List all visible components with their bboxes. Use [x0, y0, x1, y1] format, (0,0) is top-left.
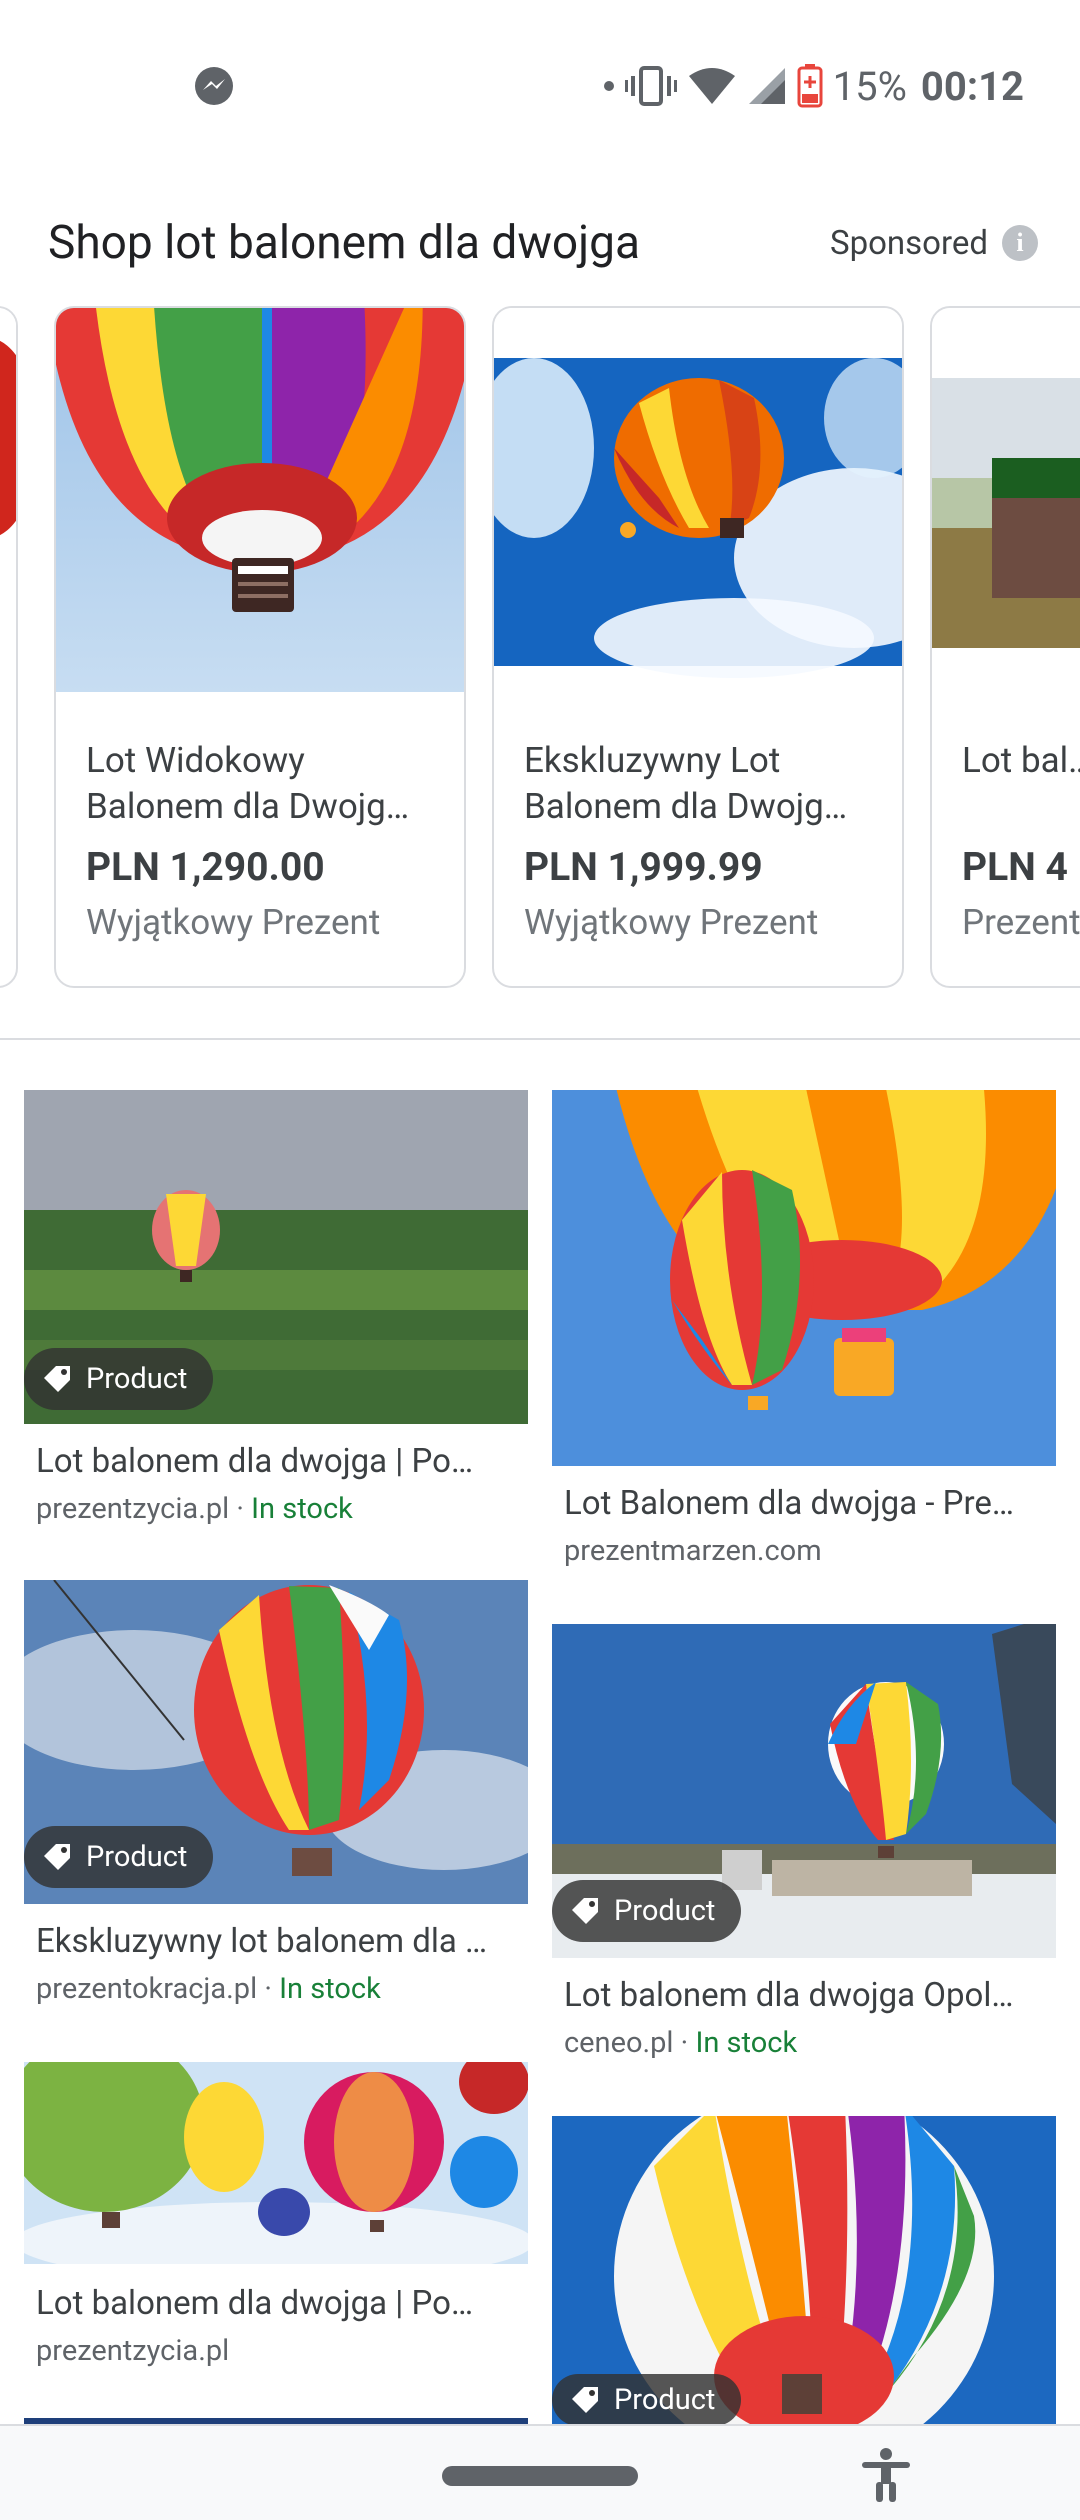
- dot-icon: [603, 81, 614, 91]
- product-badge: Product: [552, 1880, 742, 1942]
- product-card-body: Lot bal… Krakó… PLN 4 Prezent: [962, 738, 1080, 943]
- product-card-partial-right[interactable]: Lot bal… Krakó… PLN 4 Prezent: [930, 306, 1080, 988]
- result-meta: ceneo.pl · In stock: [564, 2026, 797, 2060]
- wifi-icon: [688, 68, 735, 104]
- result-source: prezentmarzen.com: [564, 1534, 822, 1568]
- image-result[interactable]: Product: [552, 2116, 1056, 2426]
- product-image: [56, 308, 464, 692]
- product-card-partial-left[interactable]: [0, 306, 18, 988]
- result-meta: prezentzycia.pl: [36, 2334, 229, 2368]
- badge-label: Product: [614, 2383, 716, 2417]
- product-badge: Product: [24, 1826, 214, 1888]
- badge-label: Product: [86, 1362, 188, 1396]
- signal-icon: [748, 68, 785, 104]
- image-result[interactable]: Product Ekskluzywny lot balonem dla … pr…: [24, 1580, 528, 2010]
- shopping-title: Shop lot balonem dla dwojga: [48, 216, 640, 270]
- stock-status: In stock: [251, 1492, 353, 1526]
- clock: 00:12: [920, 62, 1024, 110]
- product-title: Ekskluzywny Lot Balonem dla Dwojg…: [524, 740, 848, 827]
- product-card-body: Lot Widokowy Balonem dla Dwojg… PLN 1,29…: [86, 738, 444, 943]
- messenger-icon: [195, 67, 233, 105]
- product-image: [494, 308, 902, 692]
- product-badge: Product: [552, 2374, 742, 2426]
- shopping-header: Shop lot balonem dla dwojga Sponsored i: [48, 208, 1038, 278]
- result-meta: prezentmarzen.com: [564, 1534, 822, 1568]
- image-result[interactable]: Product Lot balonem dla dwojga | Po… pre…: [24, 1090, 528, 1540]
- badge-label: Product: [86, 1840, 188, 1874]
- product-card-body: Ekskluzywny Lot Balonem dla Dwojg… PLN 1…: [524, 738, 882, 943]
- page: 15% 00:12 Shop lot balonem dla dwojga Sp…: [0, 0, 1080, 2520]
- tag-icon: [572, 1898, 598, 1924]
- stock-status: In stock: [279, 1972, 381, 2006]
- product-card[interactable]: Ekskluzywny Lot Balonem dla Dwojg… PLN 1…: [492, 306, 904, 988]
- meta-separator: ·: [673, 2026, 696, 2060]
- tag-icon: [44, 1366, 70, 1392]
- result-source: prezentzycia.pl: [36, 1492, 230, 1526]
- stock-status: In stock: [695, 2026, 798, 2060]
- result-source: prezentzycia.pl: [36, 2334, 230, 2368]
- sponsored-label[interactable]: Sponsored i: [830, 224, 1038, 263]
- battery-low-icon: [797, 64, 823, 108]
- meta-separator: ·: [229, 1492, 252, 1526]
- result-image: [552, 1090, 1056, 1466]
- result-meta: prezentzycia.pl · In stock: [36, 1492, 353, 1526]
- status-bar: 15% 00:12: [0, 0, 1080, 160]
- image-result[interactable]: Lot Balonem dla dwojga - Pre… prezentmar…: [552, 1090, 1056, 1580]
- tag-icon: [44, 1844, 70, 1870]
- result-source: prezentokracja.pl: [36, 1972, 258, 2006]
- product-image: [0, 308, 16, 692]
- product-title: Lot bal… Krakó…: [962, 740, 1080, 781]
- home-gesture-handle[interactable]: [442, 2466, 638, 2486]
- status-icons: 15% 00:12: [603, 58, 1024, 114]
- product-seller: Wyjątkowy Prezent: [86, 902, 381, 943]
- result-image: [24, 2062, 528, 2264]
- section-divider: [0, 1038, 1080, 1040]
- navigation-bar: [0, 2424, 1080, 2520]
- result-meta: prezentokracja.pl · In stock: [36, 1972, 381, 2006]
- shopping-carousel[interactable]: Lot Widokowy Balonem dla Dwojg… PLN 1,29…: [0, 306, 1080, 990]
- result-title[interactable]: Lot balonem dla dwojga | Po…: [36, 2284, 526, 2323]
- accessibility-icon[interactable]: [856, 2444, 916, 2504]
- product-price: PLN 1,290.00: [86, 844, 325, 890]
- product-seller: Prezent: [962, 902, 1080, 943]
- tag-icon: [572, 2387, 598, 2413]
- product-price: PLN 1,999.99: [524, 844, 763, 890]
- meta-separator: ·: [257, 1972, 280, 2006]
- product-image: [932, 308, 1080, 692]
- sponsored-text: Sponsored: [829, 223, 988, 263]
- product-title: Lot Widokowy Balonem dla Dwojg…: [86, 740, 410, 827]
- product-badge: Product: [24, 1348, 214, 1410]
- battery-percent: 15%: [832, 62, 907, 110]
- image-result[interactable]: Product Lot balonem dla dwojga Opol… cen…: [552, 1624, 1056, 2064]
- product-price: PLN 4: [962, 844, 1068, 890]
- product-seller: Wyjątkowy Prezent: [524, 902, 819, 943]
- badge-label: Product: [614, 1894, 716, 1928]
- product-card[interactable]: Lot Widokowy Balonem dla Dwojg… PLN 1,29…: [54, 306, 466, 988]
- image-result[interactable]: Lot balonem dla dwojga | Po… prezentzyci…: [24, 2062, 528, 2382]
- result-title[interactable]: Lot balonem dla dwojga Opol…: [564, 1976, 1054, 2015]
- vibrate-icon: [624, 66, 677, 106]
- info-icon[interactable]: i: [1002, 225, 1038, 261]
- result-title[interactable]: Lot Balonem dla dwojga - Pre…: [564, 1484, 1054, 1523]
- result-source: ceneo.pl: [564, 2026, 674, 2060]
- result-title[interactable]: Lot balonem dla dwojga | Po…: [36, 1442, 526, 1481]
- result-title[interactable]: Ekskluzywny lot balonem dla …: [36, 1922, 526, 1961]
